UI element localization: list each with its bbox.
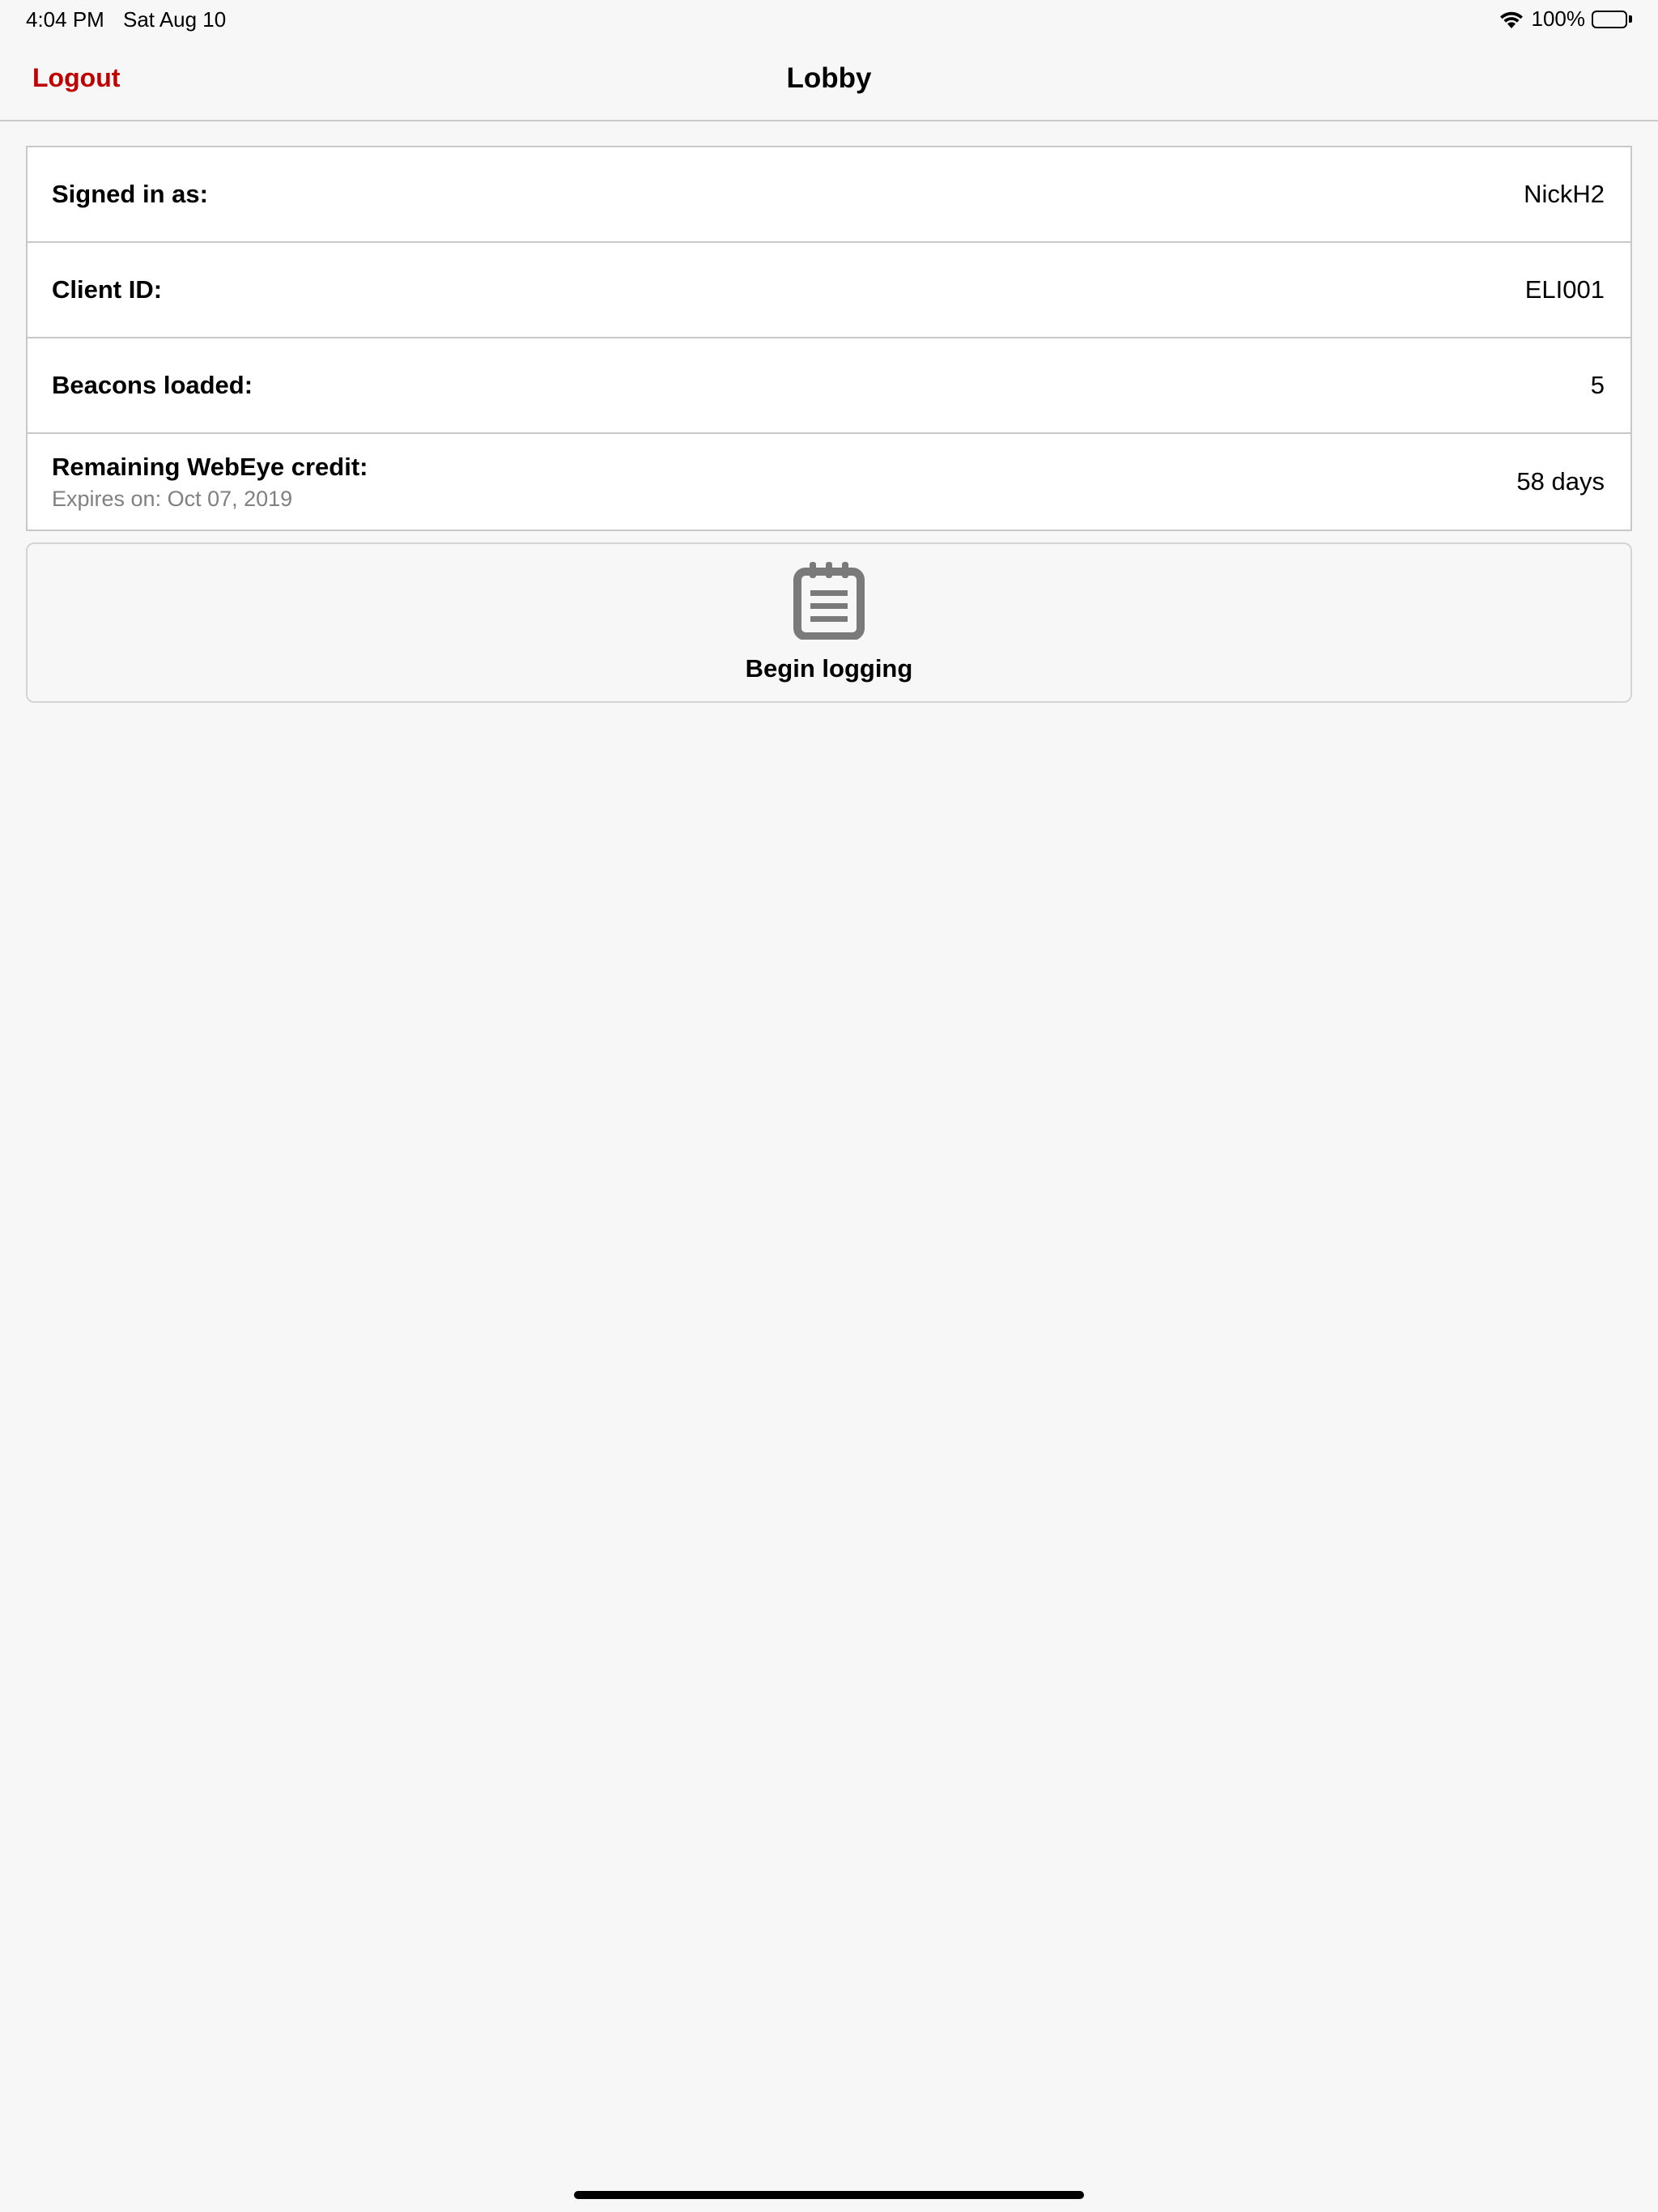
begin-logging-label: Begin logging	[745, 654, 913, 683]
info-value: 5	[1590, 371, 1605, 399]
begin-logging-button[interactable]: Begin logging	[26, 542, 1632, 703]
info-label: Beacons loaded:	[52, 371, 253, 399]
navigation-bar: Logout Lobby	[0, 39, 1658, 121]
battery-icon	[1592, 9, 1634, 30]
info-row-beacons: Beacons loaded: 5	[28, 338, 1630, 434]
status-bar: 4:04 PM Sat Aug 10 100%	[0, 0, 1658, 39]
clipboard-icon	[793, 562, 865, 640]
info-row-client-id: Client ID: ELI001	[28, 243, 1630, 338]
page-title: Lobby	[786, 62, 872, 94]
info-row-webeye-credit: Remaining WebEye credit: Expires on: Oct…	[28, 434, 1630, 530]
info-label: Remaining WebEye credit:	[52, 452, 368, 481]
info-label-group: Remaining WebEye credit: Expires on: Oct…	[52, 453, 368, 512]
status-indicators: 100%	[1498, 6, 1635, 32]
wifi-icon	[1499, 11, 1523, 28]
info-value: ELI001	[1524, 275, 1605, 304]
info-value: 58 days	[1516, 467, 1605, 496]
info-label: Client ID:	[52, 275, 163, 304]
info-row-signed-in: Signed in as: NickH2	[28, 147, 1630, 243]
status-date: Sat Aug 10	[123, 7, 227, 32]
info-sublabel: Expires on: Oct 07, 2019	[52, 486, 293, 511]
battery-percent: 100%	[1531, 6, 1586, 31]
info-label: Signed in as:	[52, 180, 208, 208]
info-table: Signed in as: NickH2 Client ID: ELI001 B…	[26, 146, 1632, 531]
home-indicator[interactable]	[574, 2191, 1084, 2199]
info-value: NickH2	[1524, 180, 1605, 208]
status-time: 4:04 PM	[26, 7, 104, 32]
